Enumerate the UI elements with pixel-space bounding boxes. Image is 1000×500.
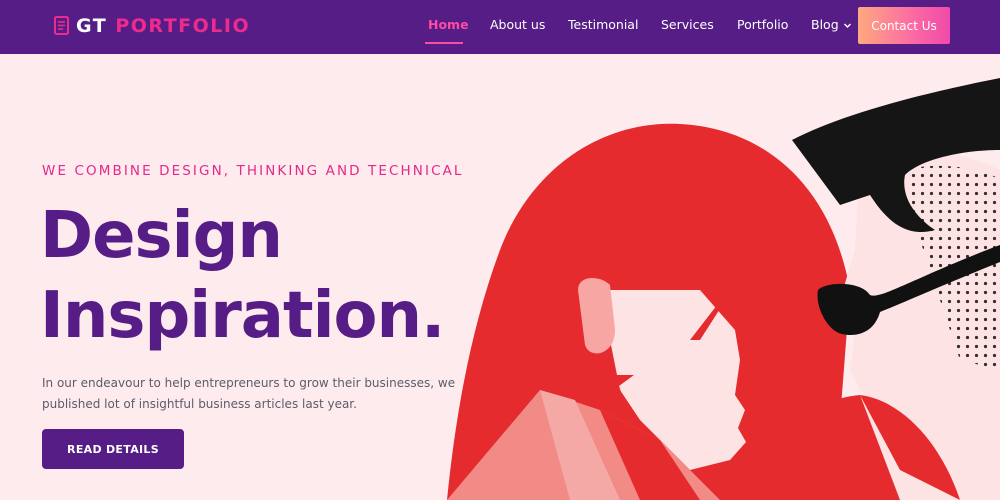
- read-details-button[interactable]: READ DETAILS: [42, 429, 184, 469]
- site-header: GT PORTFOLIO Home About us Testimonial S…: [0, 0, 1000, 54]
- nav-item-about-us[interactable]: About us: [490, 17, 545, 32]
- nav-item-portfolio[interactable]: Portfolio: [737, 17, 788, 32]
- hero-illustration: [447, 78, 1000, 500]
- nav-item-blog[interactable]: Blog: [811, 17, 852, 32]
- main-nav: Home About us Testimonial Services Portf…: [0, 0, 1000, 54]
- nav-item-testimonial[interactable]: Testimonial: [568, 17, 638, 32]
- contact-us-button[interactable]: Contact Us: [858, 7, 950, 44]
- chevron-down-icon: [843, 23, 851, 28]
- hero-headline-line-2: Inspiration.: [40, 279, 445, 353]
- nav-item-home[interactable]: Home: [428, 17, 469, 32]
- hero-description: In our endeavour to help entrepreneurs t…: [42, 376, 456, 411]
- nav-item-blog-label: Blog: [811, 17, 839, 32]
- hero-headline: Design Inspiration.: [40, 196, 445, 356]
- hero-eyebrow: WE COMBINE DESIGN, THINKING AND TECHNICA…: [42, 163, 464, 179]
- nav-item-services[interactable]: Services: [661, 17, 714, 32]
- nav-active-indicator: [425, 42, 463, 44]
- hero-headline-line-1: Design: [40, 199, 283, 273]
